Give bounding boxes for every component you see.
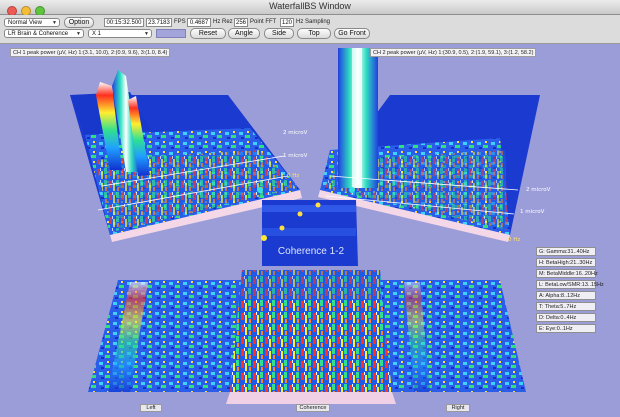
bottom-right-panel (380, 280, 526, 392)
hz-rez-field[interactable]: 0.4687 (187, 18, 211, 27)
scale-select-value: X 1 (92, 31, 102, 37)
sampling-label: Hz Sampling (296, 19, 331, 25)
legend-item-betamiddle: M: BetaMiddle:16..20Hz (536, 269, 598, 278)
chevron-down-icon: ▼ (144, 31, 149, 37)
legend-item-betalow: L: BetaLow/SMR:13..15Hz (536, 280, 604, 289)
side-button[interactable]: Side (264, 28, 294, 39)
view-select-value: Normal View (8, 20, 42, 26)
chevron-down-icon: ▼ (52, 20, 57, 26)
bottom-label-coherence: Coherence (296, 404, 330, 412)
top-button[interactable]: Top (297, 28, 331, 39)
go-front-button[interactable]: Go Front (334, 28, 370, 39)
sampling-field[interactable]: 120 (280, 18, 294, 27)
point-fft-label: Point FFT (250, 19, 277, 25)
time-field[interactable]: 00:15:32.500 (104, 18, 144, 27)
mode-select-value: LR Brain & Coherence (8, 31, 69, 37)
left-axis-2-microv: 2 microV (283, 130, 308, 136)
option-button[interactable]: Option (64, 17, 94, 28)
bottom-label-left: Left (140, 404, 162, 412)
right-axis-0-hz: 0 Hz (508, 237, 521, 243)
bottom-coherence-panel (226, 270, 396, 404)
chevron-down-icon: ▼ (76, 31, 81, 37)
right-axis-2-microv: 2 microV (526, 187, 551, 193)
left-axis-0-hz: 0 Hz (287, 173, 300, 179)
legend-item-delta: D: Delta:0..4Hz (536, 313, 596, 322)
waterfall-window: WaterfallBS Window Normal View ▼ Option L… (0, 0, 620, 417)
bottom-left-panel (88, 280, 242, 392)
legend-item-betahigh: H: BetaHigh:21..30Hz (536, 258, 596, 267)
window-title: WaterfallBS Window (269, 1, 351, 11)
ch1-peak-label: CH 1 peak power (µV, Hz) 1:(3.1, 10.0), … (10, 48, 171, 57)
scale-select[interactable]: X 1 ▼ (88, 29, 152, 38)
bottom-label-right: Right (446, 404, 470, 412)
title-bar: WaterfallBS Window (0, 0, 620, 16)
view-select[interactable]: Normal View ▼ (4, 18, 60, 27)
legend-item-theta: T: Theta:5..7Hz (536, 302, 596, 311)
hz-rez-label: Hz Rez (213, 19, 233, 25)
fps-field[interactable]: 23.7183 (146, 18, 172, 27)
coherence-title: Coherence 1-2 (277, 246, 345, 257)
left-axis-1-microv: 1 microV (283, 153, 308, 159)
right-axis-1-microv: 1 microV (520, 209, 545, 215)
angle-button[interactable]: Angle (228, 28, 260, 39)
reset-button[interactable]: Reset (190, 28, 226, 39)
waterfall-3d-view[interactable] (0, 44, 620, 417)
color-swatch[interactable] (156, 29, 186, 38)
legend-item-gamma: G: Gamma:31..40Hz (536, 247, 596, 256)
point-fft-field[interactable]: 256 (234, 18, 248, 27)
toolbar: Normal View ▼ Option LR Brain & Coherence… (0, 15, 620, 44)
legend-item-alpha: A: Alpha:8..12Hz (536, 291, 596, 300)
fps-label: FPS (174, 19, 186, 25)
legend-item-eye: E: Eye:0..1Hz (536, 324, 596, 333)
ch2-peak-label: CH 2 peak power (µV, Hz) 1:(30.9, 0.5), … (370, 48, 537, 57)
mode-select[interactable]: LR Brain & Coherence ▼ (4, 29, 84, 38)
